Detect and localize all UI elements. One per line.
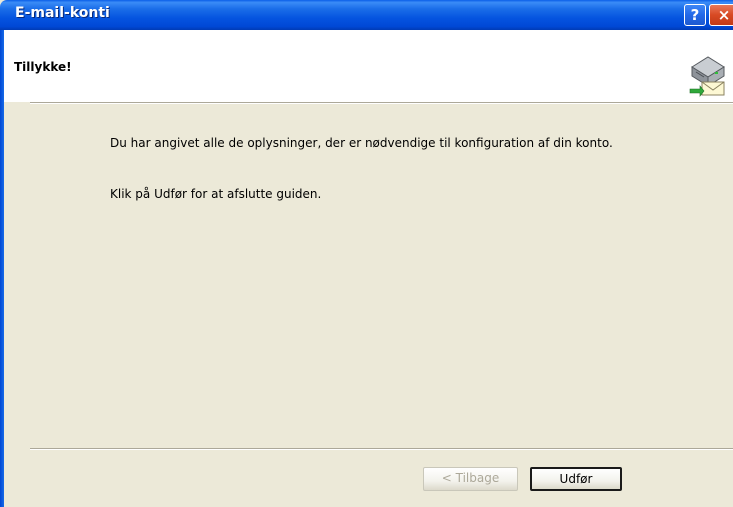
wizard-header: Tillykke! [4, 30, 733, 102]
info-text-line-2: Klik på Udfør for at afslutte guiden. [110, 187, 322, 201]
back-button[interactable]: < Tilbage [423, 467, 518, 491]
email-accounts-window: E-mail-konti ? × Tillykke! Du har angive… [0, 0, 733, 507]
help-icon: ? [690, 6, 700, 24]
close-icon: × [717, 6, 731, 24]
close-button[interactable]: × [709, 4, 733, 26]
page-title: Tillykke! [14, 60, 72, 74]
header-divider [30, 102, 733, 104]
mail-server-icon [689, 56, 725, 97]
footer-divider [30, 448, 733, 450]
help-button[interactable]: ? [684, 4, 706, 26]
info-text-line-1: Du har angivet alle de oplysninger, der … [110, 136, 613, 150]
title-bar[interactable]: E-mail-konti ? × [0, 0, 733, 30]
finish-button[interactable]: Udfør [530, 467, 622, 491]
window-title: E-mail-konti [15, 5, 110, 21]
